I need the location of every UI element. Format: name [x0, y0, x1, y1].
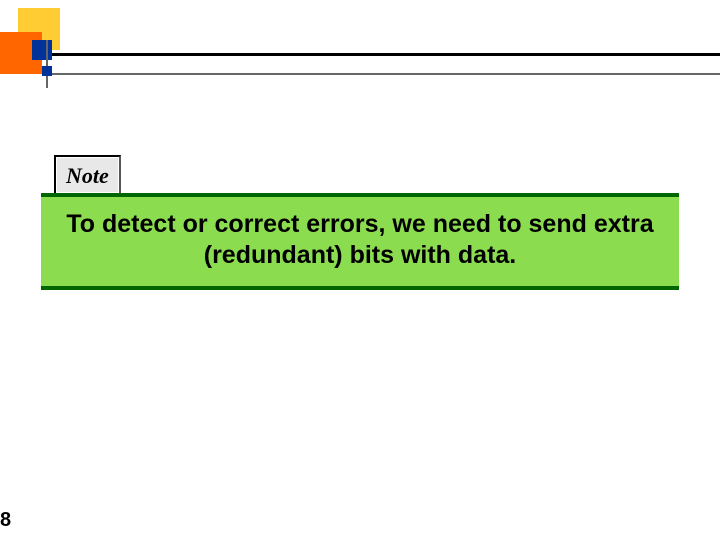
blue-square-large [32, 40, 52, 60]
note-label: Note [66, 163, 109, 188]
rule-thick [32, 53, 720, 56]
corner-graphic [0, 0, 180, 90]
rule-vertical [46, 40, 48, 88]
rule-thin [46, 73, 720, 75]
blue-square-small [42, 66, 52, 76]
note-banner-text: To detect or correct errors, we need to … [55, 209, 665, 272]
note-banner: To detect or correct errors, we need to … [41, 193, 679, 290]
note-label-box: Note [54, 155, 121, 195]
page-number: 8 [0, 509, 11, 532]
